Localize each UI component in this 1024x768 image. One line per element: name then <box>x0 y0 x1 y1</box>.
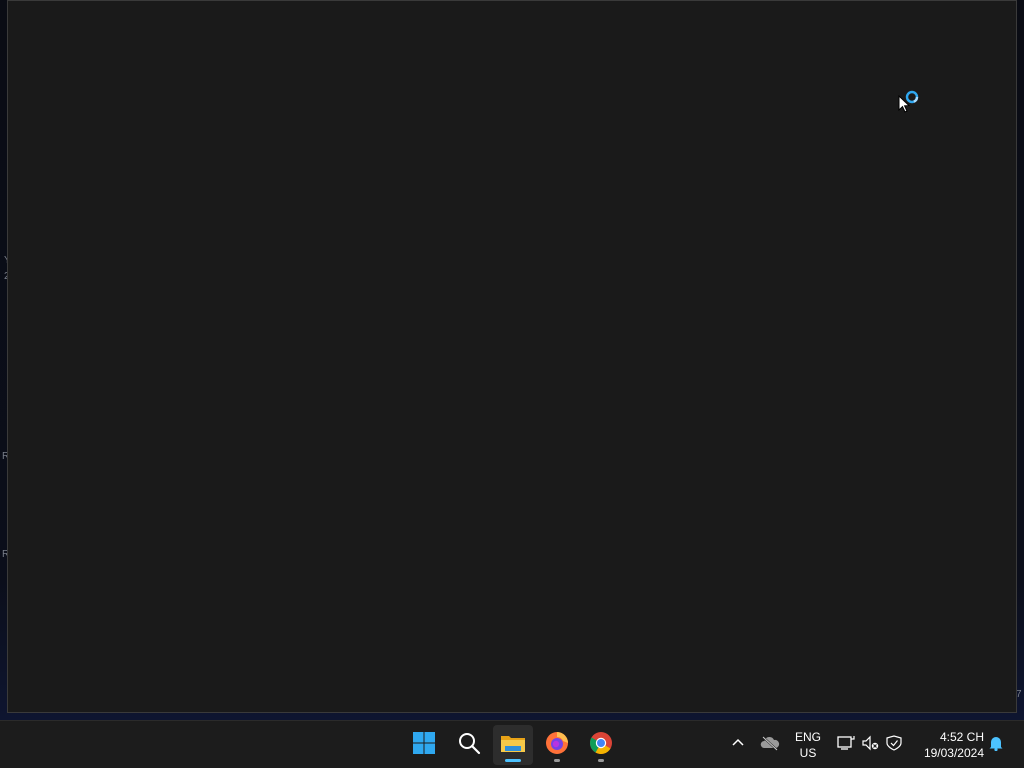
network-icon <box>837 735 855 756</box>
search-icon <box>457 731 481 760</box>
language-indicator[interactable]: ENG US <box>790 729 826 761</box>
onedrive-offline-icon <box>760 735 780 756</box>
language-region: US <box>799 746 817 760</box>
folder-icon <box>500 731 526 760</box>
taskbar-chrome[interactable] <box>581 725 621 765</box>
volume-muted-icon <box>861 735 879 756</box>
security-icon <box>885 734 903 756</box>
clock-time: 4:52 CH <box>939 730 984 744</box>
active-app-indicator <box>505 759 521 762</box>
volume-tray-button[interactable] <box>858 733 882 757</box>
taskbar-file-explorer[interactable] <box>493 725 533 765</box>
notification-bell-icon <box>988 735 1004 756</box>
windows-logo-icon <box>412 731 436 760</box>
taskbar: ENG US 4:52 CH 19/03/2024 <box>0 720 1024 768</box>
busy-cursor-icon <box>898 90 919 113</box>
onedrive-tray-button[interactable] <box>758 733 782 757</box>
taskbar-firefox[interactable] <box>537 725 577 765</box>
running-app-indicator <box>598 759 604 762</box>
language-code: ENG <box>794 730 821 744</box>
notifications-button[interactable] <box>984 733 1008 757</box>
chevron-up-icon <box>731 736 745 755</box>
clock-date: 19/03/2024 <box>923 746 984 760</box>
app-window[interactable] <box>7 0 1017 713</box>
network-tray-button[interactable] <box>834 733 858 757</box>
show-hidden-icons-button[interactable] <box>726 733 750 757</box>
security-tray-button[interactable] <box>882 733 906 757</box>
search-button[interactable] <box>449 725 489 765</box>
firefox-icon <box>545 731 569 760</box>
start-button[interactable] <box>404 725 444 765</box>
clock[interactable]: 4:52 CH 19/03/2024 <box>914 729 984 761</box>
chrome-icon <box>589 731 613 760</box>
running-app-indicator <box>554 759 560 762</box>
